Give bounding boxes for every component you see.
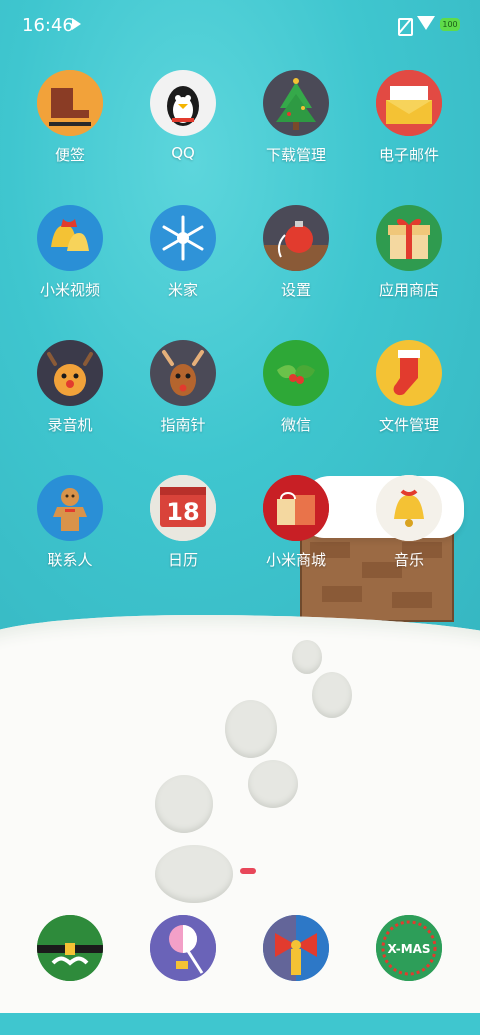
app-holly[interactable]: 微信 — [236, 340, 356, 460]
app-label: 联系人 — [47, 551, 93, 569]
golden-bell-icon — [376, 475, 442, 541]
holly-icon — [263, 340, 329, 406]
gift-box-icon — [376, 205, 442, 271]
christmas-tree-icon — [263, 70, 329, 136]
reindeer-head-icon — [150, 340, 216, 406]
footprint — [312, 672, 352, 718]
gingerbread-man-icon — [37, 475, 103, 541]
calendar-icon: 18 — [150, 475, 216, 541]
app-penguin[interactable]: QQ — [123, 70, 243, 190]
bells-icon — [37, 205, 103, 271]
app-label: 音乐 — [393, 551, 424, 569]
app-stocking[interactable]: 文件管理 — [349, 340, 469, 460]
elf-hat-icon — [37, 915, 103, 981]
stocking-icon — [376, 340, 442, 406]
app-label: 便签 — [54, 146, 85, 164]
svg-text:18: 18 — [166, 498, 199, 526]
wifi-icon — [417, 16, 435, 30]
app-snowflake[interactable]: 米家 — [123, 205, 243, 325]
app-label: 小米视频 — [39, 281, 100, 299]
app-label: 下载管理 — [265, 146, 326, 164]
app-label: 小米商城 — [265, 551, 326, 569]
dock-xmas-badge[interactable]: X-MAS — [349, 915, 469, 1035]
app-label: 微信 — [280, 416, 311, 434]
app-bells[interactable]: 小米视频 — [10, 205, 130, 325]
no-sim-icon — [398, 18, 413, 36]
app-ornament[interactable]: 设置 — [236, 205, 356, 325]
footprint — [155, 775, 213, 833]
app-label: 应用商店 — [378, 281, 439, 299]
candy-icon — [240, 868, 256, 874]
penguin-icon — [150, 70, 216, 136]
app-label: 米家 — [167, 281, 198, 299]
dock-bow[interactable] — [236, 915, 356, 1035]
shopping-bag-icon — [263, 475, 329, 541]
play-store-icon — [72, 18, 81, 30]
mail-envelope-icon — [376, 70, 442, 136]
app-christmas-tree[interactable]: 下载管理 — [236, 70, 356, 190]
battery-icon: 100 — [440, 18, 460, 31]
app-label: 文件管理 — [378, 416, 439, 434]
app-label: 指南针 — [160, 416, 206, 434]
app-label: 设置 — [280, 281, 311, 299]
app-shopping-bag[interactable]: 小米商城 — [236, 475, 356, 595]
dock-lollipop[interactable] — [123, 915, 243, 1035]
dock-elf-hat[interactable] — [10, 915, 130, 1035]
app-label: 日历 — [167, 551, 198, 569]
dock: X-MAS — [0, 915, 480, 985]
status-bar: 16:46 100 — [0, 0, 480, 52]
app-label: 电子邮件 — [378, 146, 439, 164]
bow-icon — [263, 915, 329, 981]
app-mail-envelope[interactable]: 电子邮件 — [349, 70, 469, 190]
app-golden-bell[interactable]: 音乐 — [349, 475, 469, 595]
status-time: 16:46 — [22, 15, 74, 36]
footprint — [155, 845, 233, 903]
xmas-badge-icon: X-MAS — [376, 915, 442, 981]
svg-text:X-MAS: X-MAS — [387, 942, 430, 956]
app-reindeer-head[interactable]: 指南针 — [123, 340, 243, 460]
app-reindeer[interactable]: 录音机 — [10, 340, 130, 460]
app-ice-skate[interactable]: 便签 — [10, 70, 130, 190]
snowflake-icon — [150, 205, 216, 271]
footprint — [225, 700, 277, 758]
footprint — [292, 640, 322, 674]
ornament-icon — [263, 205, 329, 271]
app-gift-box[interactable]: 应用商店 — [349, 205, 469, 325]
ice-skate-icon — [37, 70, 103, 136]
lollipop-icon — [150, 915, 216, 981]
app-label: QQ — [171, 144, 195, 162]
app-label: 录音机 — [47, 416, 93, 434]
reindeer-icon — [37, 340, 103, 406]
app-gingerbread-man[interactable]: 联系人 — [10, 475, 130, 595]
app-calendar[interactable]: 18 日历 — [123, 475, 243, 595]
footprint — [248, 760, 298, 808]
